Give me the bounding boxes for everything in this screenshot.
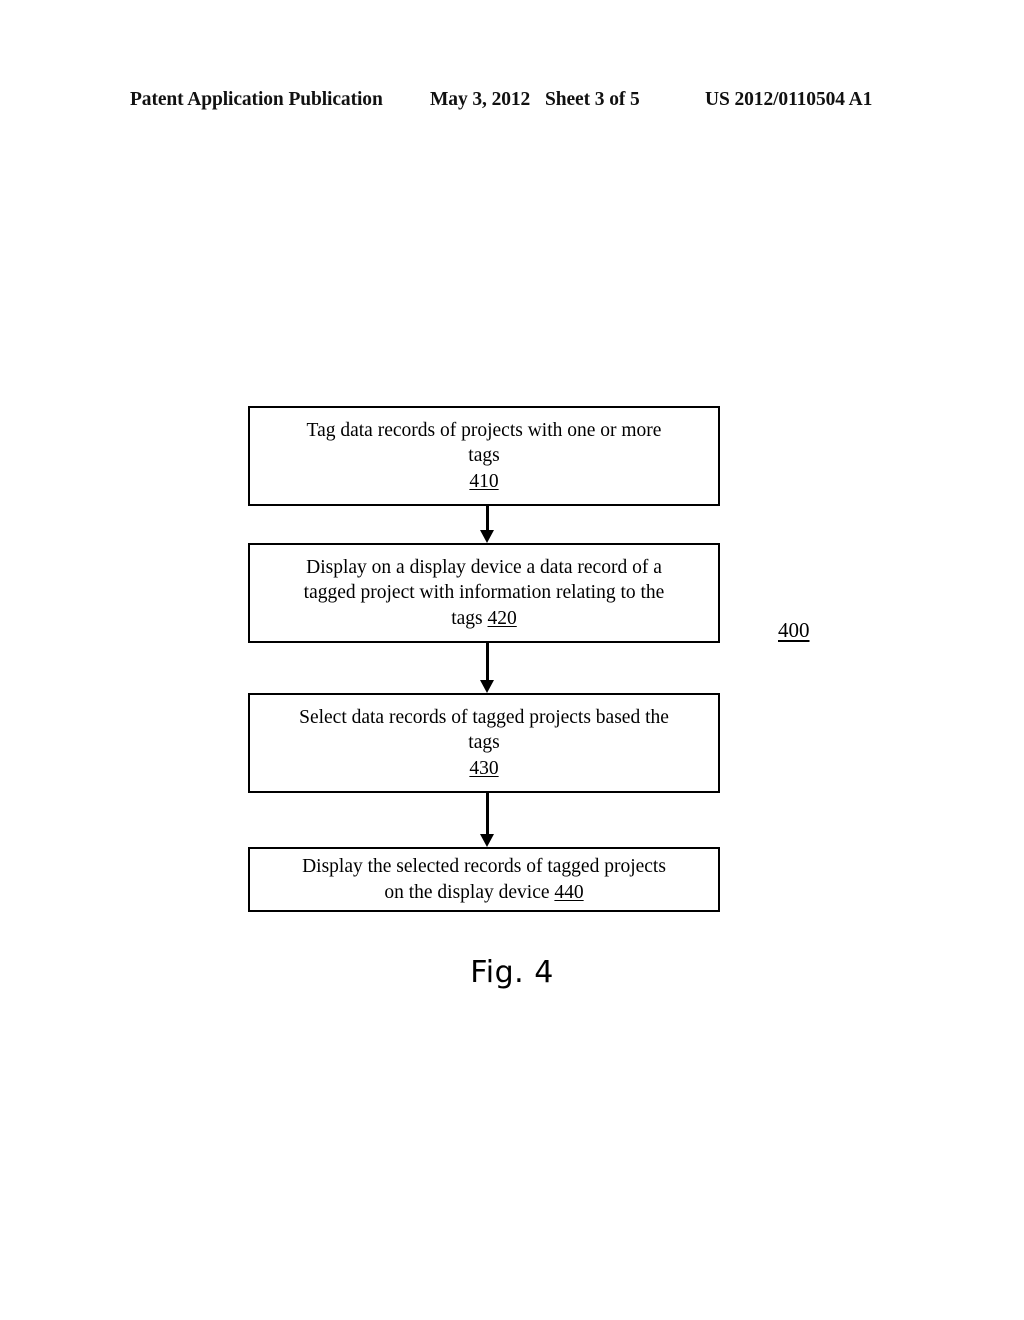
flow-arrow-430-to-440 — [478, 793, 498, 847]
flowchart-step-420: Display on a display device a data recor… — [248, 543, 720, 643]
flowchart-step-410-text: Tag data records of projects with one or… — [306, 419, 662, 492]
flowchart-step-430: Select data records of tagged projects b… — [248, 693, 720, 793]
arrow-head-icon — [480, 530, 494, 543]
flowchart-step-420-text: Display on a display device a data recor… — [303, 556, 665, 629]
arrow-head-icon — [480, 834, 494, 847]
flowchart-step-410: Tag data records of projects with one or… — [248, 406, 720, 506]
flow-arrow-410-to-420 — [478, 506, 498, 543]
figure-reference-numeral: 400 — [778, 618, 810, 642]
figure-caption: Fig. 4 — [470, 955, 554, 990]
flowchart-step-420-number: 420 — [487, 607, 517, 629]
arrow-head-icon — [480, 680, 494, 693]
flowchart-step-430-number: 430 — [469, 757, 499, 779]
flow-arrow-420-to-430 — [478, 643, 498, 693]
flowchart-step-440-text: Display the selected records of tagged p… — [302, 856, 666, 903]
flowchart-step-410-number: 410 — [469, 470, 499, 492]
flowchart-step-440: Display the selected records of tagged p… — [248, 847, 720, 912]
arrow-shaft — [486, 793, 489, 835]
flowchart-step-430-text: Select data records of tagged projects b… — [299, 706, 669, 779]
flowchart-figure-400: Tag data records of projects with one or… — [0, 0, 1024, 1320]
flowchart-step-440-number: 440 — [554, 881, 584, 903]
arrow-shaft — [486, 643, 489, 681]
arrow-shaft — [486, 506, 489, 531]
